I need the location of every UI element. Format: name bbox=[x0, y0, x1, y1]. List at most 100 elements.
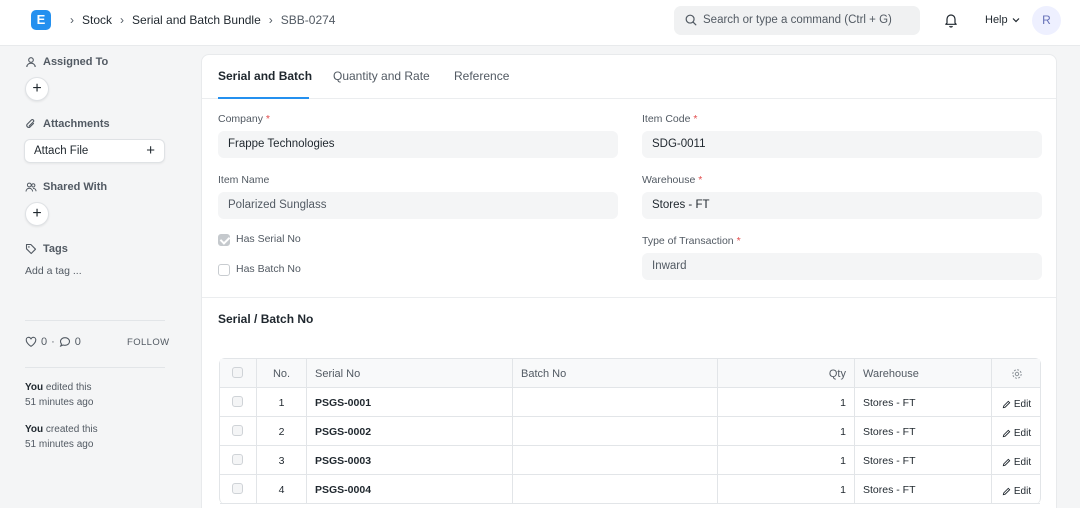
search-icon bbox=[685, 14, 697, 26]
row-batch-no[interactable] bbox=[513, 475, 718, 503]
row-warehouse[interactable]: Stores - FT bbox=[855, 446, 992, 474]
search-placeholder: Search or type a command (Ctrl + G) bbox=[703, 14, 892, 26]
item-code-field[interactable]: SDG-0011 bbox=[642, 131, 1042, 158]
user-icon bbox=[26, 57, 36, 68]
active-tab-indicator bbox=[218, 97, 309, 99]
warehouse-field[interactable]: Stores - FT bbox=[642, 192, 1042, 219]
help-label: Help bbox=[985, 14, 1008, 26]
company-field[interactable]: Frappe Technologies bbox=[218, 131, 618, 158]
row-serial-no[interactable]: PSGS-0004 bbox=[307, 475, 513, 503]
app-logo[interactable]: E bbox=[31, 10, 51, 30]
tags-label: Tags bbox=[25, 243, 68, 255]
avatar[interactable]: R bbox=[1032, 6, 1061, 35]
add-assignment-button[interactable]: + bbox=[25, 77, 49, 101]
breadcrumb-stock[interactable]: Stock bbox=[82, 13, 112, 27]
row-edit-button[interactable]: Edit bbox=[1002, 428, 1031, 439]
table-row[interactable]: 4 PSGS-0004 1 Stores - FT Edit bbox=[220, 475, 1040, 504]
row-serial-no[interactable]: PSGS-0002 bbox=[307, 417, 513, 445]
assigned-to-label: Assigned To bbox=[25, 56, 108, 68]
row-qty[interactable]: 1 bbox=[718, 475, 855, 503]
serial-batch-table: No. Serial No Batch No Qty Warehouse 1 P… bbox=[219, 358, 1041, 504]
table-row[interactable]: 1 PSGS-0001 1 Stores - FT Edit bbox=[220, 388, 1040, 417]
has-serial-no-checkbox[interactable] bbox=[218, 234, 230, 246]
breadcrumb: › Stock › Serial and Batch Bundle › SBB-… bbox=[62, 13, 335, 27]
attachments-label: Attachments bbox=[25, 118, 110, 130]
row-serial-no[interactable]: PSGS-0001 bbox=[307, 388, 513, 416]
attach-file-button[interactable]: Attach File + bbox=[24, 139, 165, 163]
bell-icon[interactable] bbox=[943, 12, 959, 28]
sidebar-divider bbox=[25, 320, 165, 321]
company-label: Company * bbox=[218, 113, 270, 125]
has-batch-no-checkbox[interactable] bbox=[218, 264, 230, 276]
chevron-right-icon: › bbox=[70, 13, 74, 27]
row-warehouse[interactable]: Stores - FT bbox=[855, 417, 992, 445]
warehouse-label: Warehouse * bbox=[642, 174, 703, 186]
help-menu[interactable]: Help bbox=[985, 14, 1020, 26]
tab-serial-and-batch[interactable]: Serial and Batch bbox=[218, 69, 312, 83]
activity-item: You edited this 51 minutes ago bbox=[25, 382, 94, 408]
search-bar[interactable]: Search or type a command (Ctrl + G) bbox=[674, 6, 920, 35]
row-no: 2 bbox=[257, 417, 307, 445]
shared-with-label: Shared With bbox=[25, 181, 107, 193]
dot-separator: · bbox=[51, 336, 55, 348]
row-qty[interactable]: 1 bbox=[718, 417, 855, 445]
row-no: 4 bbox=[257, 475, 307, 503]
section-title: Serial / Batch No bbox=[218, 312, 314, 326]
table-header-row: No. Serial No Batch No Qty Warehouse bbox=[220, 359, 1040, 388]
type-of-transaction-label: Type of Transaction * bbox=[642, 235, 741, 247]
row-warehouse[interactable]: Stores - FT bbox=[855, 475, 992, 503]
row-checkbox[interactable] bbox=[232, 483, 243, 494]
row-batch-no[interactable] bbox=[513, 388, 718, 416]
heart-icon[interactable] bbox=[25, 336, 37, 348]
header-warehouse: Warehouse bbox=[855, 359, 992, 387]
item-name-field[interactable]: Polarized Sunglass bbox=[218, 192, 618, 219]
row-batch-no[interactable] bbox=[513, 446, 718, 474]
row-edit-button[interactable]: Edit bbox=[1002, 457, 1031, 468]
row-edit-button[interactable]: Edit bbox=[1002, 399, 1031, 410]
pencil-icon bbox=[1002, 487, 1011, 496]
add-share-button[interactable]: + bbox=[25, 202, 49, 226]
select-all-checkbox[interactable] bbox=[232, 367, 243, 378]
paperclip-icon bbox=[26, 119, 35, 128]
follow-button[interactable]: FOLLOW bbox=[127, 337, 170, 348]
section-divider bbox=[202, 297, 1056, 298]
tab-quantity-and-rate[interactable]: Quantity and Rate bbox=[333, 69, 430, 83]
table-row[interactable]: 3 PSGS-0003 1 Stores - FT Edit bbox=[220, 446, 1040, 475]
row-edit-button[interactable]: Edit bbox=[1002, 486, 1031, 497]
item-name-label: Item Name bbox=[218, 174, 270, 186]
has-serial-no-label: Has Serial No bbox=[236, 233, 301, 245]
header-serial-no: Serial No bbox=[307, 359, 513, 387]
form-card: Serial and Batch Quantity and Rate Refer… bbox=[201, 54, 1057, 508]
has-batch-no-label: Has Batch No bbox=[236, 263, 301, 275]
pencil-icon bbox=[1002, 429, 1011, 438]
users-icon bbox=[25, 182, 37, 192]
attach-file-label: Attach File bbox=[34, 145, 89, 157]
add-tag-link[interactable]: Add a tag ... bbox=[25, 265, 82, 277]
type-of-transaction-field[interactable]: Inward bbox=[642, 253, 1042, 280]
row-checkbox[interactable] bbox=[232, 454, 243, 465]
row-qty[interactable]: 1 bbox=[718, 446, 855, 474]
row-qty[interactable]: 1 bbox=[718, 388, 855, 416]
chevron-right-icon: › bbox=[120, 13, 125, 27]
row-batch-no[interactable] bbox=[513, 417, 718, 445]
tag-icon bbox=[25, 243, 37, 255]
breadcrumb-serial-and-batch-bundle[interactable]: Serial and Batch Bundle bbox=[132, 13, 261, 27]
chevron-right-icon: › bbox=[268, 13, 273, 27]
row-warehouse[interactable]: Stores - FT bbox=[855, 388, 992, 416]
row-no: 1 bbox=[257, 388, 307, 416]
breadcrumb-current[interactable]: SBB-0274 bbox=[281, 13, 336, 27]
item-code-label: Item Code * bbox=[642, 113, 698, 125]
header-qty: Qty bbox=[718, 359, 855, 387]
tab-reference[interactable]: Reference bbox=[454, 69, 509, 83]
table-row[interactable]: 2 PSGS-0002 1 Stores - FT Edit bbox=[220, 417, 1040, 446]
navbar: E › Stock › Serial and Batch Bundle › SB… bbox=[0, 0, 1080, 46]
row-serial-no[interactable]: PSGS-0003 bbox=[307, 446, 513, 474]
row-checkbox[interactable] bbox=[232, 396, 243, 407]
row-checkbox[interactable] bbox=[232, 425, 243, 436]
pencil-icon bbox=[1002, 458, 1011, 467]
comment-icon[interactable] bbox=[59, 336, 71, 348]
gear-icon[interactable] bbox=[1011, 368, 1023, 380]
comments-count: 0 bbox=[74, 336, 81, 348]
form-tabs: Serial and Batch Quantity and Rate Refer… bbox=[202, 55, 1056, 99]
row-no: 3 bbox=[257, 446, 307, 474]
